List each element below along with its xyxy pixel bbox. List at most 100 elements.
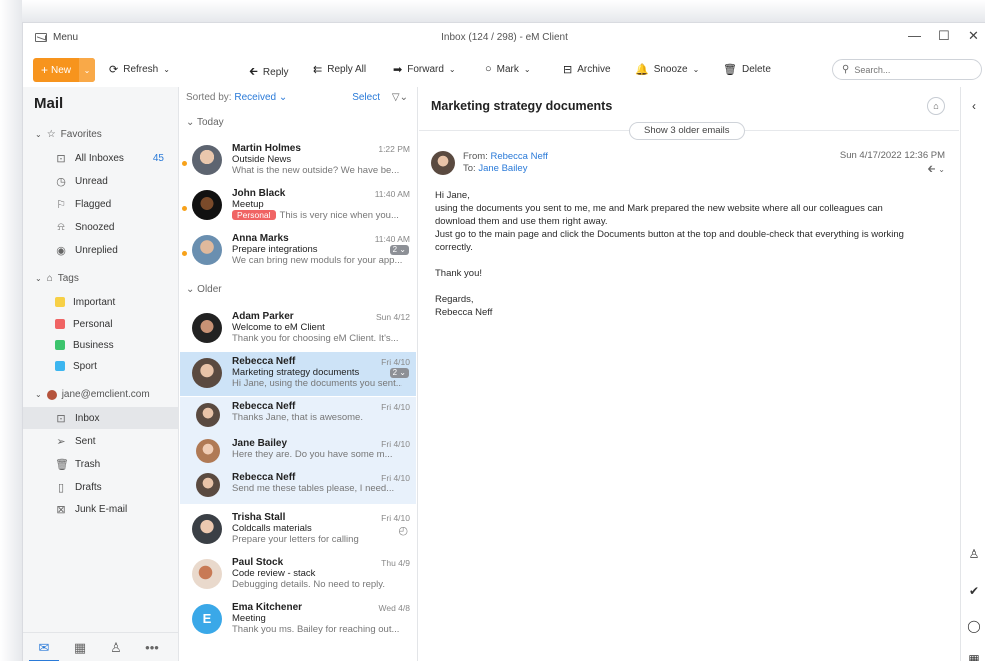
sidebar-item-tag-personal[interactable]: Personal [23,313,178,335]
body-line: correctly. [435,242,473,253]
sidebar-item-unread[interactable]: ◷ Unread [23,170,178,192]
favorites-group-header[interactable]: ⌄ ☆ Favorites [35,129,102,140]
sender-name: Rebecca Neff [232,472,296,483]
chevron-down-icon: ⌄ [692,65,700,74]
tags-group-header[interactable]: ⌄ ⌂ Tags [35,273,79,284]
tasks-panel-icon[interactable]: ✔ [961,584,985,598]
message-preview: What is the new outside? We have be... [232,165,400,176]
sender-name: Trisha Stall [232,512,286,523]
snooze-button[interactable]: 🔔 Snooze ⌄ [635,63,699,76]
calendar-panel-icon[interactable]: ▦ [961,652,985,661]
new-dropdown-chevron-icon[interactable]: ⌄ [79,58,95,82]
search-input[interactable] [854,64,965,75]
body-line: Hi Jane, [435,190,470,201]
list-item-selected[interactable]: Rebecca Neff Fri 4/10 Marketing strategy… [180,352,416,396]
sidebar-item-inbox[interactable]: ⊡ Inbox [23,407,178,429]
message-date: Fri 4/10 [381,473,410,483]
flag-icon: ⚐ [56,198,66,211]
refresh-icon: ⟳ [109,64,119,76]
sidebar-item-flagged[interactable]: ⚐ Flagged [23,193,178,215]
star-icon: ☆ [46,129,56,140]
title-bar: Menu Inbox (124 / 298) - eM Client — ☐ ✕ [23,23,985,53]
to-label: To: [463,163,476,174]
more-modules-icon[interactable]: ••• [137,640,167,655]
delete-button[interactable]: 🗑 Delete [723,63,771,76]
sidebar-item-label: Flagged [75,198,112,210]
account-group-header[interactable]: ⌄ jane@emclient.com [35,389,150,400]
filter-icon[interactable]: ▽⌄ [392,92,408,103]
reply-all-button[interactable]: ⇇ Reply All [313,63,366,76]
reply-button[interactable]: 🡰 Reply [249,63,289,82]
thread-count-badge[interactable]: 2 ⌄ [389,245,409,255]
avatar [192,358,222,388]
list-item[interactable]: Adam Parker Sun 4/12 Welcome to eM Clien… [180,307,416,351]
collapse-panel-chevron-icon[interactable]: ‹ [961,99,985,113]
thread-item[interactable]: Rebecca Neff Fri 4/10 Thanks Jane, that … [180,397,416,434]
sender-name: Rebecca Neff [232,356,296,367]
message-preview: Thanks Jane, that is awesome. [232,412,363,423]
avatar [196,473,220,497]
group-header-today[interactable]: ⌄ Today [186,117,224,128]
sidebar-item-sent[interactable]: ➢ Sent [23,430,178,452]
sidebar-item-junk[interactable]: ⊠ Junk E-mail [23,498,178,520]
contacts-module-icon[interactable]: ♙ [101,640,131,656]
sidebar-item-drafts[interactable]: ▯ Drafts [23,476,178,498]
tag-color-swatch [55,340,65,350]
thread-count-badge[interactable]: 2 ⌄ [389,368,409,378]
sidebar-item-tag-business[interactable]: Business [23,334,178,356]
sidebar-item-snoozed[interactable]: ⍾ Snoozed [23,216,178,238]
to-name-link[interactable]: Jane Bailey [478,163,527,174]
from-name-link[interactable]: Rebecca Neff [490,151,547,162]
sidebar-item-trash[interactable]: 🗑 Trash [23,453,178,475]
mark-button[interactable]: ○ Mark ⌄ [485,63,531,75]
sidebar-item-unreplied[interactable]: ◉ Unreplied [23,239,178,261]
minimize-button[interactable]: — [908,28,921,43]
list-item[interactable]: Trisha Stall Fri 4/10 Coldcalls material… [180,508,416,552]
maximize-button[interactable]: ☐ [938,28,950,44]
contacts-panel-icon[interactable]: ♙ [961,547,985,561]
sidebar-item-label: Unread [75,175,108,187]
sidebar-item-tag-important[interactable]: Important [23,291,178,313]
sender-name: Anna Marks [232,233,289,244]
group-header-older[interactable]: ⌄ Older [186,284,222,295]
refresh-label: Refresh [123,64,159,75]
sidebar-item-label: All Inboxes [75,152,124,164]
reply-dropdown[interactable]: 🡰 ⌄ [927,162,945,179]
list-item[interactable]: Martin Holmes 1:22 PM Outside News What … [180,139,416,183]
thread-item[interactable]: Jane Bailey Fri 4/10 Here they are. Do y… [180,434,416,468]
show-older-emails-button[interactable]: Show 3 older emails [629,122,745,140]
list-item[interactable]: Paul Stock Thu 4/9 Code review - stack D… [180,553,416,597]
mark-label: Mark [496,63,519,75]
avatar-letter: E [202,611,212,626]
message-date: Fri 4/10 [381,402,410,412]
refresh-button[interactable]: ⟳ Refresh ⌄ [109,63,170,76]
calendar-module-icon[interactable]: ▦ [65,640,95,656]
sort-dropdown[interactable]: Received ⌄ [234,92,287,103]
sidebar-item-tag-sport[interactable]: Sport [23,355,178,377]
chevron-down-icon: ⌄ [35,130,42,139]
new-button[interactable]: + New ⌄ [33,58,95,82]
thread-item[interactable]: Rebecca Neff Fri 4/10 Send me these tabl… [180,468,416,504]
message-subject-heading: Marketing strategy documents [431,99,613,113]
close-button[interactable]: ✕ [968,28,979,44]
snooze-label: Snooze [653,64,688,75]
draft-icon: ▯ [57,481,65,494]
archive-button[interactable]: ⊟ Archive [563,63,611,76]
list-item[interactable]: John Black 11:40 AM Meetup Personal This … [180,184,416,228]
message-preview: Thank you for choosing eM Client. It's..… [232,333,399,344]
unread-dot [182,206,187,211]
chat-panel-icon[interactable]: ◯ [961,619,985,633]
list-item[interactable]: E Ema Kitchener Wed 4/8 Meeting Thank yo… [180,598,416,642]
bell-icon: ⍾ [57,220,65,233]
search-box[interactable]: ⚲ [832,59,982,80]
tag-color-swatch [55,319,65,329]
window-title: Inbox (124 / 298) - eM Client [441,32,568,43]
sidebar-item-label: Drafts [75,481,102,493]
list-item[interactable]: Anna Marks 11:40 AM Prepare integrations… [180,229,416,273]
sidebar-item-all-inboxes[interactable]: ⊡ All Inboxes 45 [23,147,178,169]
forward-button[interactable]: ➡ Forward ⌄ [393,63,456,76]
mail-module-icon[interactable]: ✉ [29,640,59,656]
select-button[interactable]: Select [352,92,380,103]
add-tag-icon[interactable]: ⌂ [927,97,945,115]
chevron-down-icon: ⌄ [163,65,170,74]
